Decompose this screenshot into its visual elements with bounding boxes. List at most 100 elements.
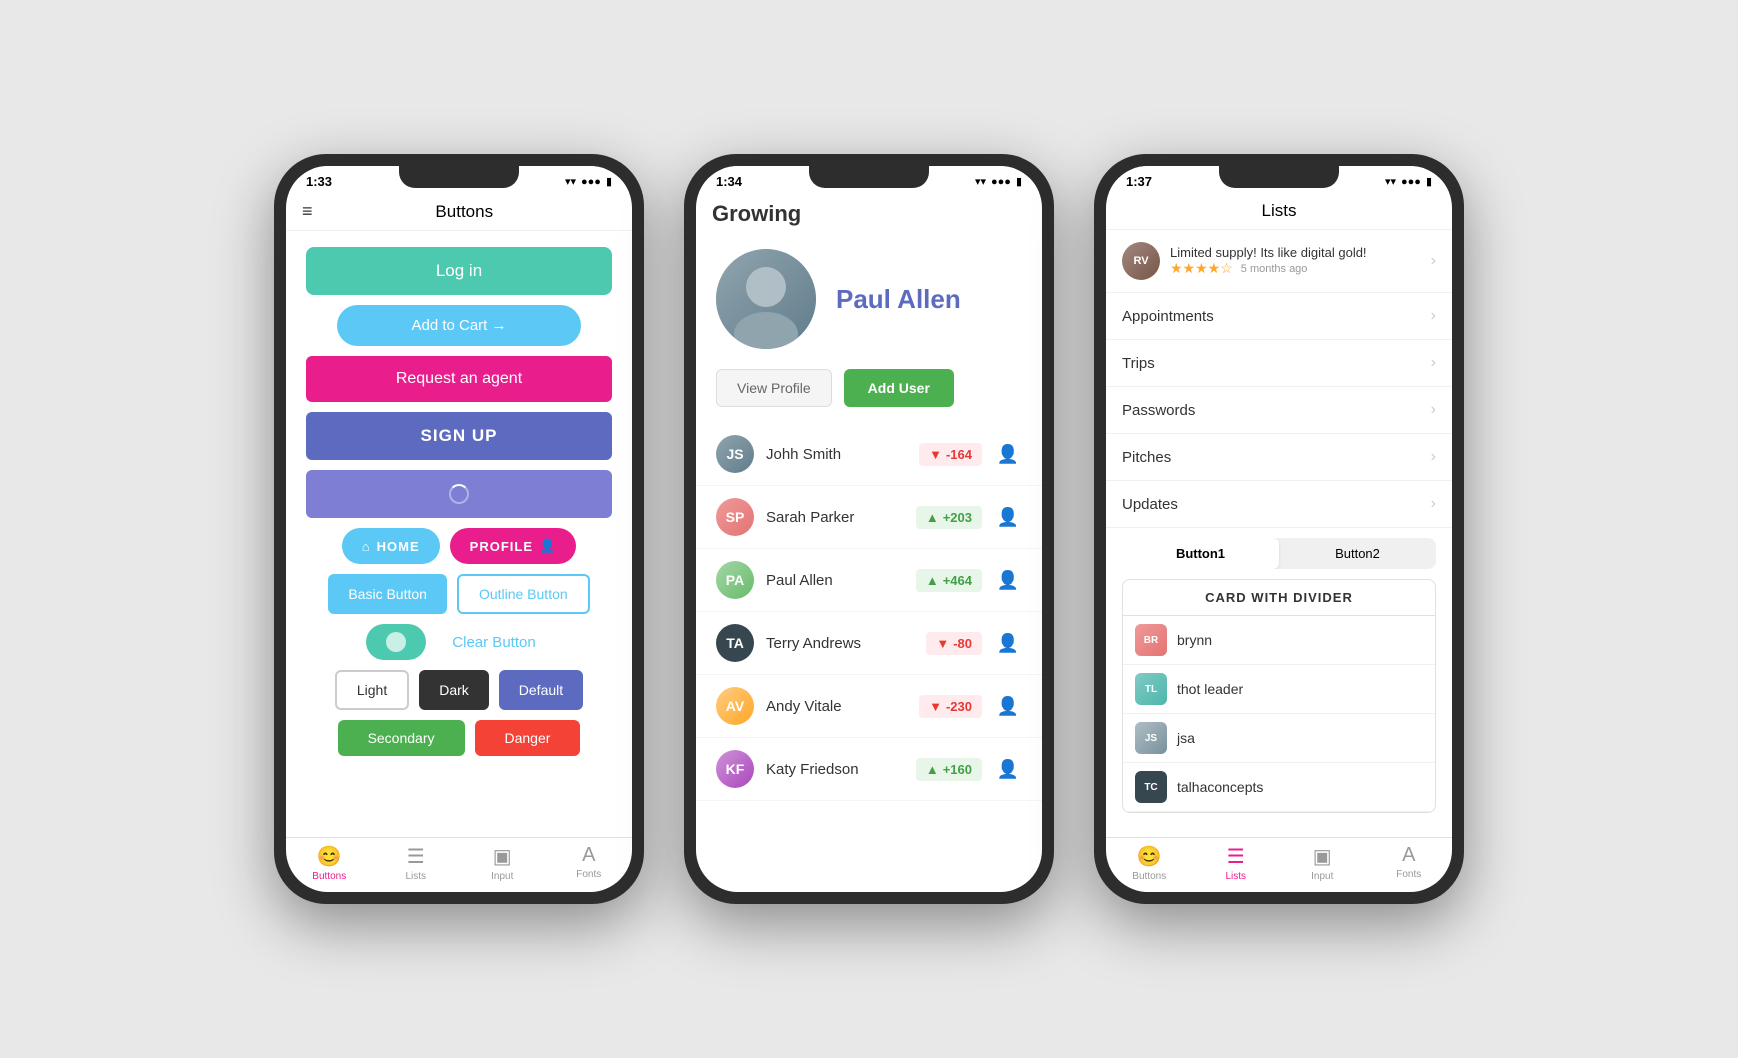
user-action-5[interactable]: 👤: [994, 755, 1022, 783]
chevron-updates-icon: ›: [1431, 495, 1436, 513]
dark-button[interactable]: Dark: [419, 670, 489, 710]
basic-button[interactable]: Basic Button: [328, 574, 447, 614]
phone-buttons: 1:33 ▾▾ ●●● ▮ ≡ Buttons Log in Add to Ca…: [274, 154, 644, 904]
notch-1: [399, 166, 519, 188]
user-item-2: PA Paul Allen ▲ +464 👤: [696, 549, 1042, 612]
battery-icon-2: ▮: [1016, 175, 1022, 188]
user-item-5: KF Katy Friedson ▲ +160 👤: [696, 738, 1042, 801]
tab3-fonts-label: Fonts: [1396, 869, 1421, 880]
phone-lists: 1:37 ▾▾ ●●● ▮ Lists RV Limited supp: [1094, 154, 1464, 904]
tab-buttons-icon: 😊: [317, 844, 342, 869]
notch-2: [809, 166, 929, 188]
view-profile-button[interactable]: View Profile: [716, 369, 832, 407]
status-bar-3: 1:37 ▾▾ ●●● ▮: [1106, 166, 1452, 193]
list-label-pitches: Pitches: [1122, 449, 1431, 466]
add-cart-button[interactable]: Add to Cart →: [337, 305, 582, 346]
list-label-appointments: Appointments: [1122, 308, 1431, 325]
user-action-2[interactable]: 👤: [994, 566, 1022, 594]
profile-person-icon: 👤: [539, 538, 556, 554]
status-icons-1: ▾▾ ●●● ▮: [565, 175, 612, 188]
tab3-buttons-label: Buttons: [1132, 871, 1166, 882]
avatar-svg: [716, 249, 816, 349]
seg-tab-button1[interactable]: Button1: [1122, 538, 1279, 569]
tab-lists[interactable]: ☰ Lists: [373, 844, 460, 882]
avatar-andy: AV: [716, 687, 754, 725]
chevron-passwords-icon: ›: [1431, 401, 1436, 419]
time-1: 1:33: [306, 174, 332, 189]
chevron-appointments-icon: ›: [1431, 307, 1436, 325]
user-action-3[interactable]: 👤: [994, 629, 1022, 657]
phone3-header: Lists: [1106, 193, 1452, 230]
profile-button[interactable]: PROFILE 👤: [450, 528, 577, 564]
list-item-trips[interactable]: Trips ›: [1106, 340, 1452, 387]
phones-container: 1:33 ▾▾ ●●● ▮ ≡ Buttons Log in Add to Ca…: [274, 154, 1464, 904]
user-name-3: Terry Andrews: [766, 635, 914, 652]
score-4: ▼ -230: [919, 695, 982, 718]
seg-tab-button2[interactable]: Button2: [1279, 538, 1436, 569]
list-item-passwords[interactable]: Passwords ›: [1106, 387, 1452, 434]
signup-button[interactable]: SIGN UP: [306, 412, 612, 460]
tab3-input[interactable]: ▣ Input: [1279, 844, 1366, 882]
tab3-buttons-icon: 😊: [1137, 844, 1162, 869]
agent-button[interactable]: Request an agent: [306, 356, 612, 402]
user-action-1[interactable]: 👤: [994, 503, 1022, 531]
profile-name: Paul Allen: [836, 284, 961, 315]
card-divider: CARD WITH DIVIDER BR brynn TL thot leade…: [1122, 579, 1436, 813]
default-button[interactable]: Default: [499, 670, 583, 710]
tab-fonts[interactable]: A Fonts: [546, 844, 633, 882]
battery-icon-3: ▮: [1426, 175, 1432, 188]
user-action-4[interactable]: 👤: [994, 692, 1022, 720]
score-2: ▲ +464: [916, 569, 982, 592]
wifi-icon-2: ▾▾: [975, 175, 986, 188]
buttons-content: Log in Add to Cart → Request an agent SI…: [286, 231, 632, 837]
loading-button[interactable]: [306, 470, 612, 518]
avatar-terry: TA: [716, 624, 754, 662]
clear-button[interactable]: Clear Button: [436, 626, 551, 659]
card-user-name-2: jsa: [1177, 730, 1195, 746]
secondary-button[interactable]: Secondary: [338, 720, 465, 756]
tab-input[interactable]: ▣ Input: [459, 844, 546, 882]
card-avatar-thot: TL: [1135, 673, 1167, 705]
score-1: ▲ +203: [916, 506, 982, 529]
time-2: 1:34: [716, 174, 742, 189]
score-5: ▲ +160: [916, 758, 982, 781]
user-item-3: TA Terry Andrews ▼ -80 👤: [696, 612, 1042, 675]
tab3-buttons[interactable]: 😊 Buttons: [1106, 844, 1193, 882]
time-3: 1:37: [1126, 174, 1152, 189]
user-list: JS Johh Smith ▼ -164 👤 SP Sarah Parker ▲…: [696, 423, 1042, 892]
list-item-appointments[interactable]: Appointments ›: [1106, 293, 1452, 340]
tab3-input-label: Input: [1311, 871, 1333, 882]
toggle-button[interactable]: [366, 624, 426, 660]
tab3-lists-icon: ☰: [1227, 844, 1245, 869]
card-user-3: TC talhaconcepts: [1123, 763, 1435, 812]
hamburger-icon[interactable]: ≡: [302, 201, 313, 222]
notch-3: [1219, 166, 1339, 188]
tab-buttons[interactable]: 😊 Buttons: [286, 844, 373, 882]
light-button[interactable]: Light: [335, 670, 409, 710]
user-action-0[interactable]: 👤: [994, 440, 1022, 468]
chevron-review-icon: ›: [1431, 252, 1436, 270]
review-banner[interactable]: RV Limited supply! Its like digital gold…: [1106, 230, 1452, 293]
user-name-4: Andy Vitale: [766, 698, 907, 715]
review-time: 5 months ago: [1241, 263, 1308, 275]
login-button[interactable]: Log in: [306, 247, 612, 295]
list-item-updates[interactable]: Updates ›: [1106, 481, 1452, 528]
status-icons-3: ▾▾ ●●● ▮: [1385, 175, 1432, 188]
card-user-0: BR brynn: [1123, 616, 1435, 665]
tab3-fonts-icon: A: [1402, 844, 1415, 867]
list-item-pitches[interactable]: Pitches ›: [1106, 434, 1452, 481]
tab-bar-1: 😊 Buttons ☰ Lists ▣ Input A Fonts: [286, 837, 632, 892]
card-user-2: JS jsa: [1123, 714, 1435, 763]
home-button[interactable]: ⌂ HOME: [342, 528, 440, 564]
review-content: Limited supply! Its like digital gold! ★…: [1170, 245, 1421, 277]
tab3-lists[interactable]: ☰ Lists: [1193, 844, 1280, 882]
outline-button[interactable]: Outline Button: [457, 574, 590, 614]
tab3-fonts[interactable]: A Fonts: [1366, 844, 1453, 882]
danger-button[interactable]: Danger: [475, 720, 581, 756]
battery-icon: ▮: [606, 175, 612, 188]
signal-icon: ●●●: [581, 176, 601, 188]
signal-icon-3: ●●●: [1401, 176, 1421, 188]
user-item-4: AV Andy Vitale ▼ -230 👤: [696, 675, 1042, 738]
add-user-button[interactable]: Add User: [844, 369, 954, 407]
score-3: ▼ -80: [926, 632, 982, 655]
